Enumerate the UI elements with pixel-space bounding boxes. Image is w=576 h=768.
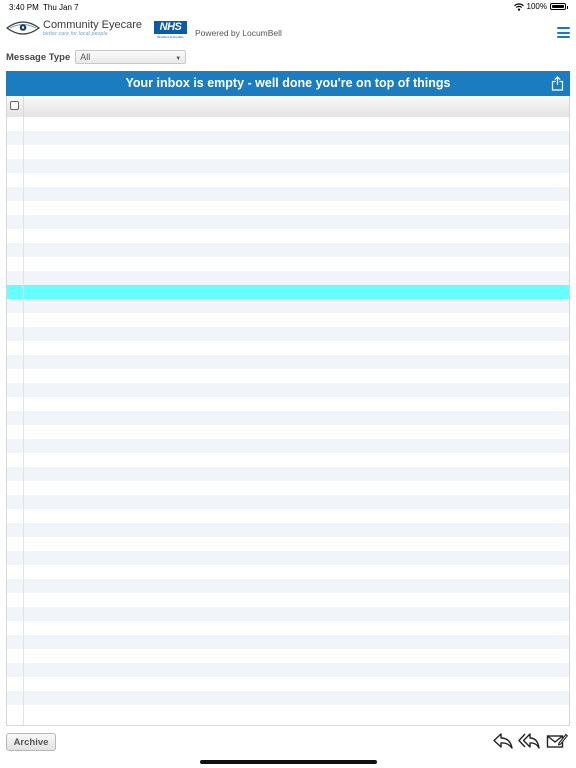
table-row[interactable] xyxy=(7,663,569,677)
table-row[interactable] xyxy=(7,467,569,481)
table-row[interactable] xyxy=(7,341,569,355)
status-right: 100% xyxy=(513,2,568,11)
table-row[interactable] xyxy=(7,131,569,145)
table-row-selected[interactable] xyxy=(7,285,569,299)
reply-all-icon[interactable] xyxy=(518,731,540,751)
reply-icon[interactable] xyxy=(492,731,514,751)
table-row[interactable] xyxy=(7,523,569,537)
message-type-label: Message Type xyxy=(6,51,71,63)
app-header: Community Eyecare better care for local … xyxy=(0,14,576,46)
table-row[interactable] xyxy=(7,299,569,313)
inbox-banner: Your inbox is empty - well done you're o… xyxy=(6,71,570,96)
table-row[interactable] xyxy=(7,565,569,579)
archive-button[interactable]: Archive xyxy=(6,733,56,751)
table-row[interactable] xyxy=(7,607,569,621)
dropdown-arrow-icon: ▼ xyxy=(175,56,182,62)
compose-mail-icon[interactable] xyxy=(546,731,568,751)
table-row[interactable] xyxy=(7,691,569,705)
table-row[interactable] xyxy=(7,313,569,327)
logo-tagline: better care for local people xyxy=(43,30,108,37)
message-table xyxy=(6,96,570,726)
table-row[interactable] xyxy=(7,355,569,369)
wifi-icon xyxy=(513,2,524,11)
status-bar: 3:40 PM Thu Jan 7 100% xyxy=(0,0,576,14)
table-body xyxy=(7,117,569,725)
table-row[interactable] xyxy=(7,271,569,285)
table-row[interactable] xyxy=(7,439,569,453)
inbox-empty-message: Your inbox is empty - well done you're o… xyxy=(125,76,451,90)
battery-percent: 100% xyxy=(526,2,547,11)
community-eyecare-logo: Community Eyecare better care for local … xyxy=(6,19,142,37)
table-row[interactable] xyxy=(7,481,569,495)
table-row[interactable] xyxy=(7,145,569,159)
table-row[interactable] xyxy=(7,649,569,663)
table-row[interactable] xyxy=(7,257,569,271)
logo-title: Community Eyecare xyxy=(43,18,143,31)
nhs-subtitle: Bradford & Airedale xyxy=(157,35,184,39)
table-row[interactable] xyxy=(7,509,569,523)
share-icon[interactable] xyxy=(551,76,564,91)
status-date: Thu Jan 7 xyxy=(43,3,79,12)
powered-by-text: Powered by LocumBell xyxy=(195,28,282,38)
battery-icon xyxy=(550,3,568,10)
table-row[interactable] xyxy=(7,621,569,635)
message-type-filter: Message Type All ▼ xyxy=(6,50,187,64)
table-row[interactable] xyxy=(7,705,569,719)
table-row[interactable] xyxy=(7,677,569,691)
table-row[interactable] xyxy=(7,593,569,607)
eye-logo-icon xyxy=(6,21,40,35)
select-all-checkbox[interactable] xyxy=(10,101,19,110)
table-row[interactable] xyxy=(7,453,569,467)
table-row[interactable] xyxy=(7,187,569,201)
table-row[interactable] xyxy=(7,159,569,173)
status-time: 3:40 PM xyxy=(9,3,39,12)
table-row[interactable] xyxy=(7,369,569,383)
table-row[interactable] xyxy=(7,495,569,509)
message-type-select[interactable]: All ▼ xyxy=(75,50,187,64)
table-row[interactable] xyxy=(7,383,569,397)
message-type-selected: All xyxy=(80,52,91,62)
table-row[interactable] xyxy=(7,229,569,243)
bottom-toolbar: Archive xyxy=(0,728,576,768)
table-row[interactable] xyxy=(7,411,569,425)
table-row[interactable] xyxy=(7,327,569,341)
table-row[interactable] xyxy=(7,579,569,593)
home-indicator xyxy=(200,760,377,764)
table-row[interactable] xyxy=(7,635,569,649)
table-row[interactable] xyxy=(7,173,569,187)
table-row[interactable] xyxy=(7,215,569,229)
table-row[interactable] xyxy=(7,117,569,131)
table-row[interactable] xyxy=(7,201,569,215)
table-header xyxy=(7,96,569,118)
nhs-badge: NHS xyxy=(154,21,187,34)
table-row[interactable] xyxy=(7,537,569,551)
table-row[interactable] xyxy=(7,243,569,257)
table-row[interactable] xyxy=(7,551,569,565)
table-row[interactable] xyxy=(7,425,569,439)
hamburger-menu-icon[interactable] xyxy=(557,27,570,38)
nhs-logo: NHS Bradford & Airedale xyxy=(154,21,187,39)
table-row[interactable] xyxy=(7,397,569,411)
